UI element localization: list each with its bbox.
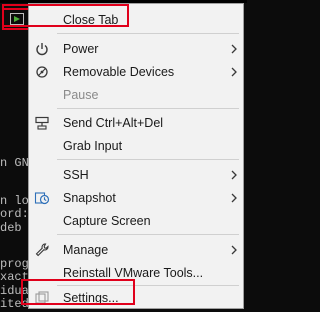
removable-devices-icon — [36, 66, 48, 78]
power-icon — [36, 43, 48, 56]
wrench-icon — [35, 243, 49, 257]
keyboard-send-icon — [35, 116, 49, 130]
menu-item-label: SSH — [63, 168, 89, 182]
menu-item-label: Snapshot — [63, 191, 116, 205]
menu-item-power[interactable]: Power — [29, 37, 243, 61]
menu-separator — [57, 33, 239, 34]
menu-item-label: Manage — [63, 243, 109, 257]
menu-item-label: Removable Devices — [63, 65, 175, 79]
menu-separator — [57, 234, 239, 235]
vm-context-menu: Close Tab Power Removable Devices Pause — [28, 3, 244, 309]
menu-item-pause[interactable]: Pause — [29, 83, 243, 107]
menu-item-label: Send Ctrl+Alt+Del — [63, 116, 164, 130]
menu-item-label: Grab Input — [63, 139, 123, 153]
snapshot-icon — [34, 192, 50, 205]
menu-item-label: Power — [63, 42, 99, 56]
menu-item-label: Capture Screen — [63, 214, 151, 228]
chevron-right-icon — [231, 193, 237, 203]
menu-item-grab-input[interactable]: Grab Input — [29, 134, 243, 158]
menu-item-send-ctrl-alt-del[interactable]: Send Ctrl+Alt+Del — [29, 111, 243, 135]
chevron-right-icon — [231, 170, 237, 180]
menu-item-label: Pause — [63, 88, 99, 102]
settings-highlight-box — [21, 279, 135, 305]
chevron-right-icon — [231, 67, 237, 77]
close-tab-highlight-box — [2, 4, 129, 27]
menu-item-removable-devices[interactable]: Removable Devices — [29, 60, 243, 84]
menu-item-manage[interactable]: Manage — [29, 238, 243, 262]
menu-item-snapshot[interactable]: Snapshot — [29, 186, 243, 210]
chevron-right-icon — [231, 44, 237, 54]
chevron-right-icon — [231, 245, 237, 255]
menu-item-ssh[interactable]: SSH — [29, 163, 243, 187]
menu-separator — [57, 159, 239, 160]
menu-separator — [57, 108, 239, 109]
menu-item-capture-screen[interactable]: Capture Screen — [29, 209, 243, 233]
